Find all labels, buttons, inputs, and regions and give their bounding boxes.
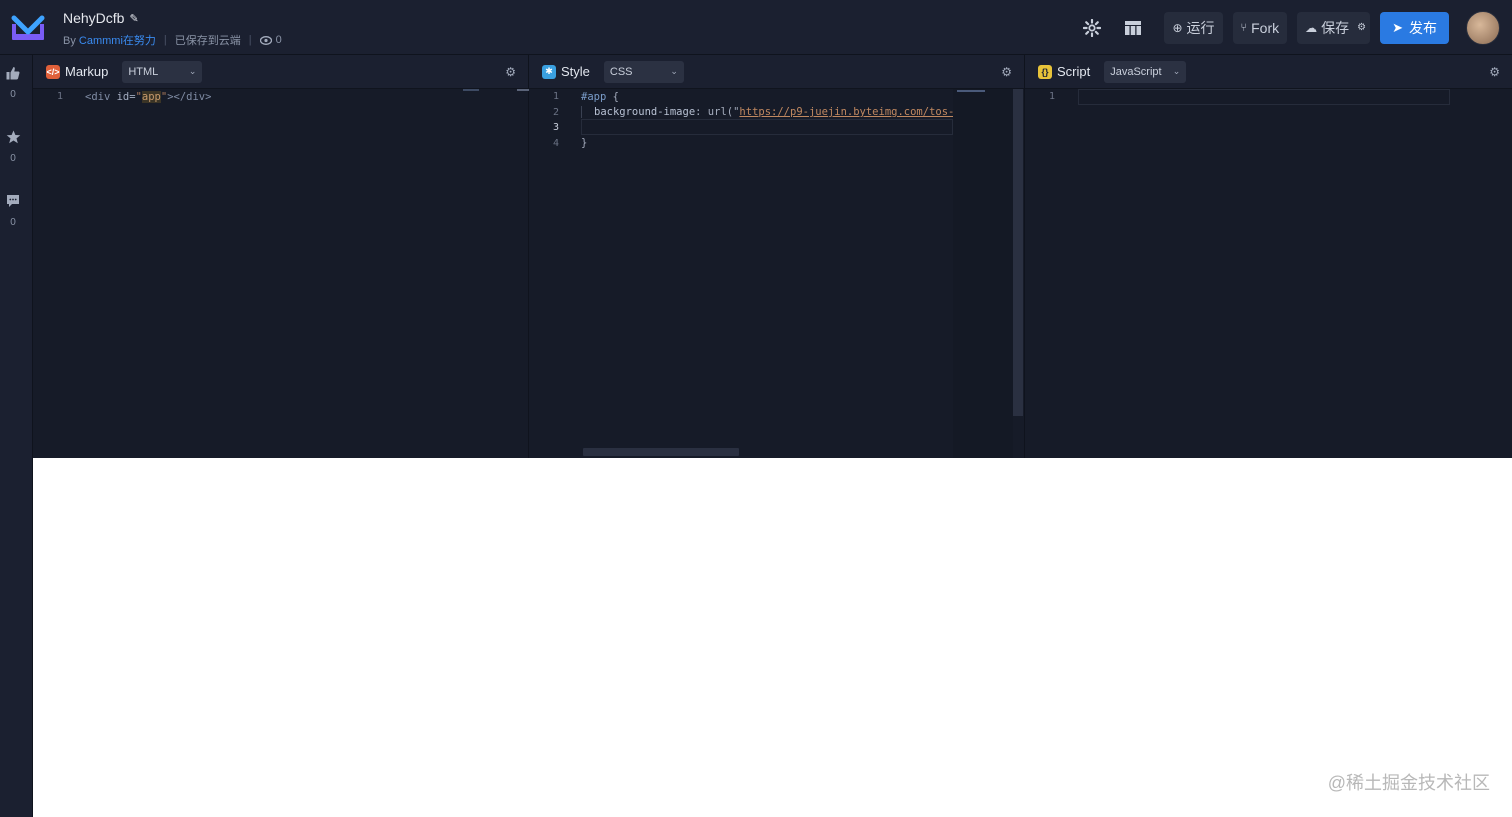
- style-code-editor[interactable]: 1 #app { 2 background-image: url("https:…: [529, 89, 1024, 458]
- script-language-select[interactable]: JavaScript ⌄: [1104, 60, 1187, 83]
- layout-grid-icon[interactable]: [1119, 14, 1147, 42]
- chevron-down-icon: ⌄: [670, 66, 678, 76]
- save-status: 已保存到云端: [174, 35, 241, 47]
- style-language-value: CSS: [609, 65, 633, 78]
- style-settings-gear-icon[interactable]: ⚙: [1001, 65, 1012, 79]
- meta-divider: |: [163, 34, 167, 46]
- preview-area[interactable]: @稀土掘金技术社区: [33, 458, 1512, 817]
- by-label: By: [63, 35, 76, 47]
- style-language-select[interactable]: CSS ⌄: [603, 60, 684, 83]
- line-number: 2: [552, 106, 559, 118]
- chevron-down-icon: ⌄: [188, 66, 197, 76]
- fork-button[interactable]: ⑂ Fork: [1232, 11, 1288, 44]
- markup-pane-header: </> Markup HTML ⌄ ⚙: [33, 55, 528, 89]
- fork-icon: ⑂: [1240, 21, 1248, 34]
- run-label: 运行: [1186, 19, 1215, 36]
- line-text: <div id="app"></div>: [85, 90, 212, 103]
- publish-button[interactable]: ➤ 发布: [1380, 11, 1449, 44]
- scroll-indicator: [517, 89, 529, 91]
- script-pane-header: {} Script JavaScript ⌄ ⚙: [1025, 55, 1512, 89]
- project-title: NehyDcfb ✎: [63, 10, 282, 26]
- code-line: 4 }: [529, 136, 1024, 152]
- watermark: @稀土掘金技术社区: [1327, 773, 1490, 793]
- like-count: 0: [10, 89, 16, 100]
- line-number: 3: [552, 122, 559, 134]
- vertical-scrollbar[interactable]: [1013, 89, 1023, 416]
- line-text: #app {: [581, 90, 619, 103]
- style-pane: ✱ Style CSS ⌄ ⚙ 1 #app { 2 background-im…: [529, 55, 1025, 458]
- script-title: Script: [1057, 64, 1091, 79]
- project-name[interactable]: NehyDcfb: [63, 10, 124, 26]
- script-settings-gear-icon[interactable]: ⚙: [1489, 65, 1500, 79]
- fork-label: Fork: [1251, 19, 1280, 36]
- markup-language-select[interactable]: HTML ⌄: [122, 60, 203, 83]
- line-number: 1: [552, 91, 559, 103]
- minimap-indicator: [463, 89, 479, 91]
- run-button[interactable]: ⊕ 运行: [1164, 11, 1223, 44]
- star-count: 0: [10, 153, 16, 164]
- html-icon: </>: [46, 64, 60, 79]
- markup-settings-gear-icon[interactable]: ⚙: [505, 65, 516, 79]
- author-link[interactable]: Cammmi在努力: [79, 35, 156, 47]
- editor-panes: </> Markup HTML ⌄ ⚙ 1 <div id="app"></di…: [33, 55, 1512, 458]
- view-count: 0: [259, 34, 282, 46]
- top-bar: NehyDcfb ✎ By Cammmi在努力 | 已保存到云端 | 0 ⊕ 运…: [0, 0, 1512, 55]
- minimap: [953, 89, 1013, 458]
- comment-button[interactable]: 0: [0, 194, 26, 228]
- send-plane-icon: ➤: [1392, 19, 1403, 35]
- project-meta: By Cammmi在努力 | 已保存到云端 | 0: [63, 32, 282, 48]
- line-text: background-image: url("https://p9-juejin…: [559, 106, 967, 119]
- meta-divider: |: [248, 34, 252, 46]
- thumbs-up-icon: [0, 66, 26, 83]
- comment-bubble-icon: [0, 194, 26, 211]
- header-actions: ⊕ 运行 ⑂ Fork ☁ 保存 ⚙ ➤ 发布: [1078, 0, 1512, 55]
- star-icon: [0, 130, 26, 147]
- minimap-line: [957, 90, 985, 92]
- save-label: 保存: [1321, 19, 1350, 36]
- save-settings-gear-icon[interactable]: ⚙: [1357, 22, 1366, 33]
- view-count-value: 0: [275, 34, 282, 46]
- edit-pencil-icon[interactable]: ✎: [129, 12, 138, 25]
- user-avatar[interactable]: [1466, 10, 1500, 45]
- line-number: 1: [56, 91, 63, 103]
- star-button[interactable]: 0: [0, 130, 26, 164]
- line-number: 4: [552, 137, 559, 149]
- code-line: 1 <div id="app"></div>: [33, 89, 528, 105]
- save-button[interactable]: ☁ 保存 ⚙: [1297, 11, 1371, 44]
- code-line: 1 #app {: [529, 89, 1024, 105]
- line-number: 1: [1048, 91, 1055, 103]
- js-icon: {}: [1038, 64, 1052, 79]
- markup-language-value: HTML: [128, 65, 159, 78]
- run-icon: ⊕: [1172, 20, 1183, 35]
- project-info: NehyDcfb ✎ By Cammmi在努力 | 已保存到云端 | 0: [63, 10, 282, 48]
- style-title: Style: [561, 64, 590, 79]
- chevron-down-icon: ⌄: [1172, 66, 1181, 76]
- markup-code-editor[interactable]: 1 <div id="app"></div>: [33, 89, 529, 105]
- markup-title: Markup: [65, 64, 109, 79]
- line-text: }: [581, 137, 588, 150]
- left-rail: 0 0 0: [0, 55, 33, 817]
- like-button[interactable]: 0: [0, 66, 26, 100]
- comment-count: 0: [10, 217, 16, 228]
- script-pane: {} Script JavaScript ⌄ ⚙ 1: [1025, 55, 1512, 458]
- eye-icon: [259, 35, 272, 45]
- cloud-upload-icon: ☁: [1305, 20, 1318, 35]
- settings-gear-icon[interactable]: [1078, 14, 1106, 42]
- markup-pane: </> Markup HTML ⌄ ⚙ 1 <div id="app"></di…: [33, 55, 529, 458]
- style-pane-header: ✱ Style CSS ⌄ ⚙: [529, 55, 1024, 89]
- code-line: 2 background-image: url("https://p9-juej…: [529, 105, 1024, 121]
- publish-label: 发布: [1409, 19, 1437, 36]
- juejin-logo-icon[interactable]: [10, 12, 46, 44]
- current-line-highlight: [1078, 89, 1450, 105]
- script-code-editor[interactable]: 1: [1025, 89, 1512, 105]
- current-line-highlight: [581, 119, 953, 135]
- horizontal-scrollbar[interactable]: [583, 448, 739, 456]
- css-icon: ✱: [542, 64, 556, 79]
- script-language-value: JavaScript: [1110, 65, 1162, 78]
